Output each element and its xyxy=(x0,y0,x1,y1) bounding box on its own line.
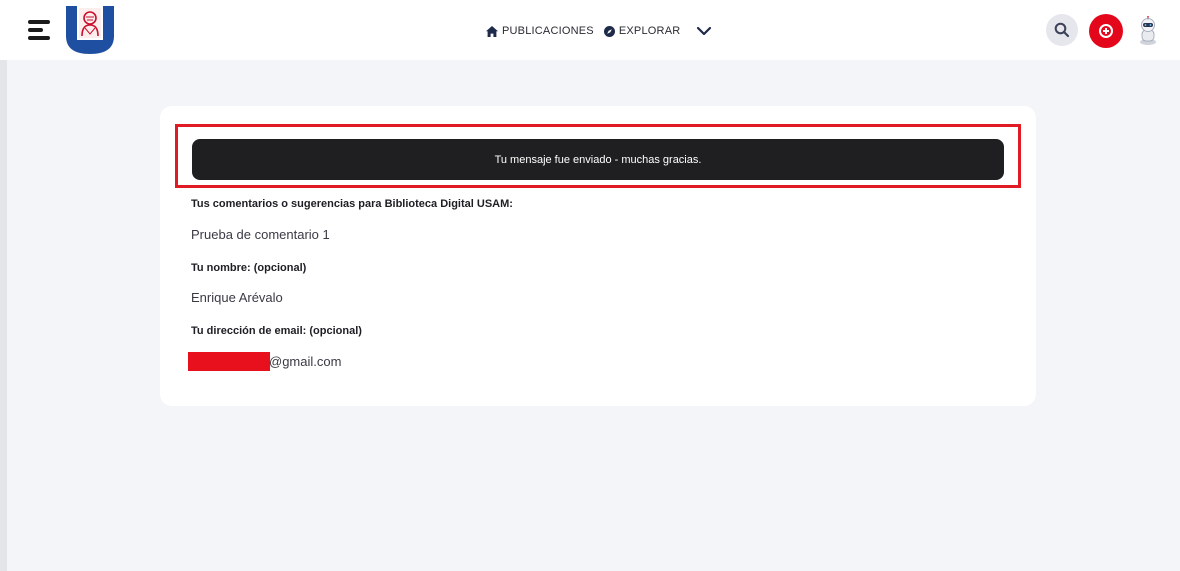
search-button[interactable] xyxy=(1046,14,1078,46)
email-value: @gmail.com xyxy=(269,354,342,369)
nav-item-publicaciones[interactable]: PUBLICACIONES xyxy=(486,25,594,37)
comments-value: Prueba de comentario 1 xyxy=(191,227,330,242)
email-redaction xyxy=(188,352,270,371)
alert-message: Tu mensaje fue enviado - muchas gracias. xyxy=(494,153,702,166)
email-label: Tu dirección de email: (opcional) xyxy=(191,325,362,337)
add-button[interactable] xyxy=(1089,14,1123,48)
nav-item-label: EXPLORAR xyxy=(618,25,681,37)
user-avatar[interactable] xyxy=(1137,16,1159,46)
plus-circle-icon xyxy=(1099,24,1113,38)
search-icon xyxy=(1054,22,1070,38)
chevron-down-icon[interactable] xyxy=(696,25,712,37)
name-label: Tu nombre: (opcional) xyxy=(191,262,307,274)
main-nav: PUBLICACIONES EXPLORAR xyxy=(486,21,712,41)
university-logo[interactable] xyxy=(64,4,116,56)
left-edge-strip xyxy=(0,60,7,571)
name-value: Enrique Arévalo xyxy=(191,290,283,305)
comments-label: Tus comentarios o sugerencias para Bibli… xyxy=(191,198,513,210)
top-header: PUBLICACIONES EXPLORAR xyxy=(0,0,1180,60)
hamburger-menu-icon[interactable] xyxy=(28,18,54,42)
nav-item-explorar[interactable]: EXPLORAR xyxy=(603,25,681,37)
compass-icon xyxy=(603,25,615,37)
feedback-card: Tu mensaje fue enviado - muchas gracias.… xyxy=(160,106,1036,406)
success-alert: Tu mensaje fue enviado - muchas gracias. xyxy=(192,139,1004,180)
home-icon xyxy=(486,25,498,37)
nav-item-label: PUBLICACIONES xyxy=(502,25,594,37)
